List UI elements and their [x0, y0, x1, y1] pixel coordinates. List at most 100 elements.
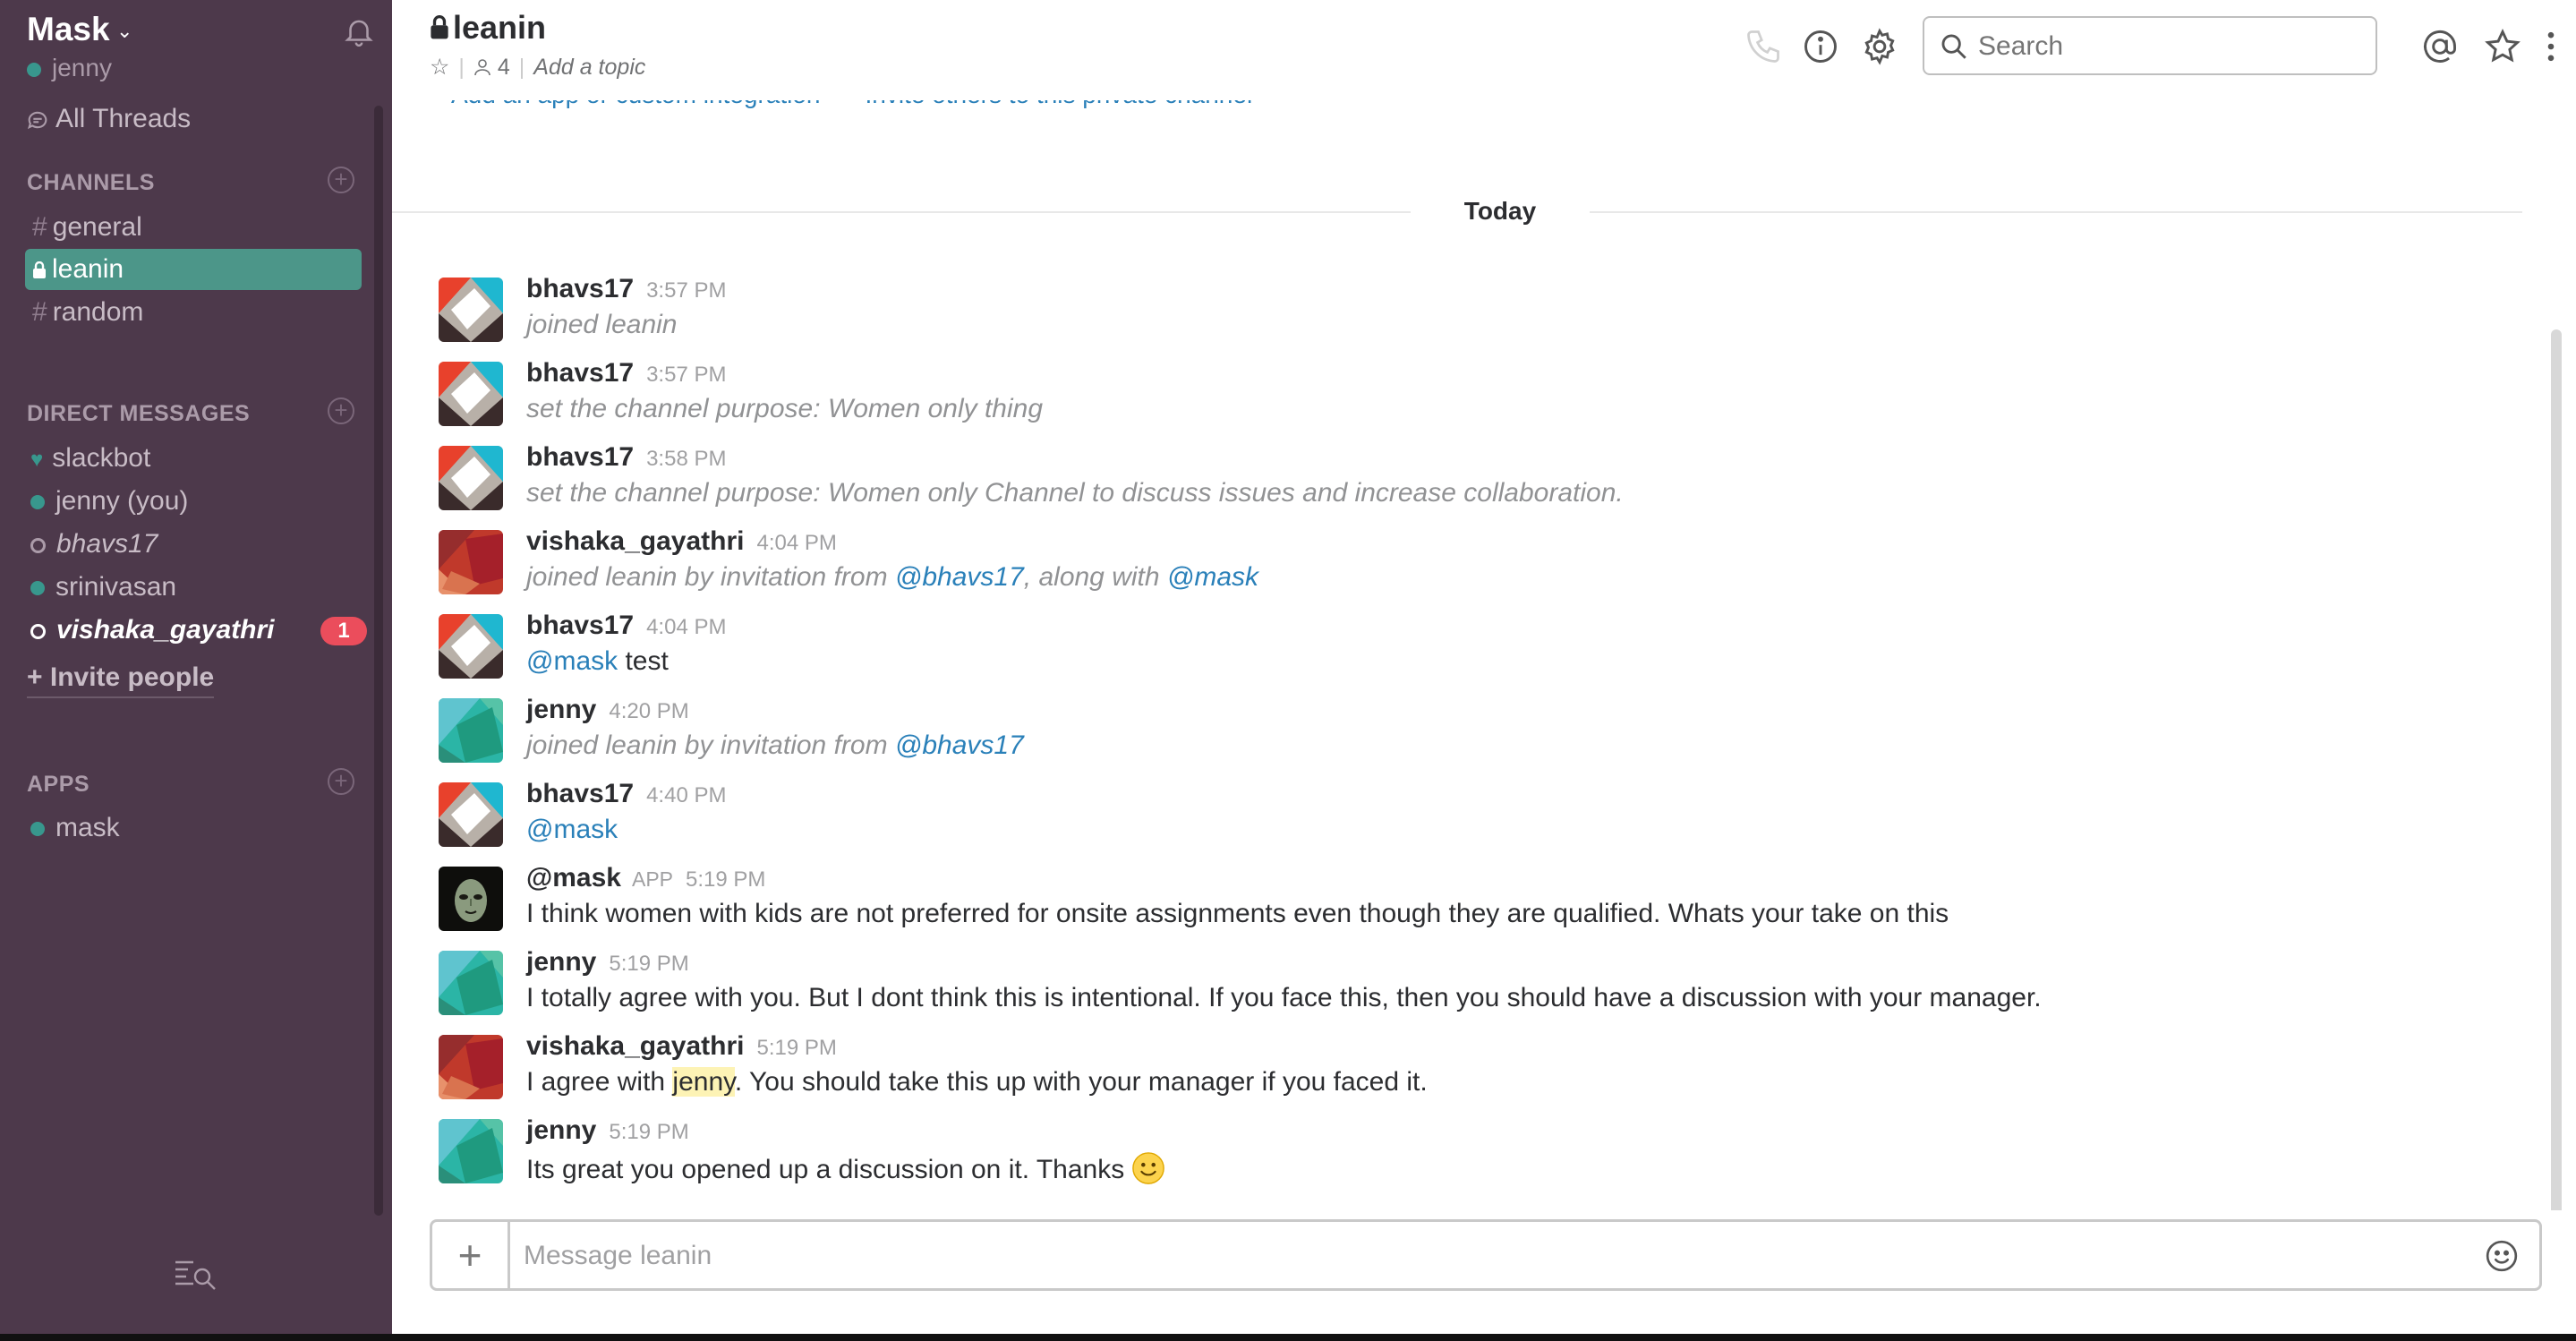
search-box[interactable]: [1923, 16, 2377, 75]
info-icon[interactable]: [1801, 27, 1840, 66]
dm-label: bhavs17: [56, 529, 158, 559]
invite-people-button[interactable]: + Invite people: [27, 662, 215, 698]
user-mention[interactable]: @bhavs17: [895, 562, 1024, 592]
team-name[interactable]: Mask: [27, 11, 110, 48]
avatar[interactable]: [439, 530, 503, 594]
dm-jenny[interactable]: jenny (you): [30, 481, 367, 522]
message-timestamp[interactable]: 5:19 PM: [609, 952, 688, 976]
avatar[interactable]: [439, 867, 503, 931]
user-mention[interactable]: @bhavs17: [895, 730, 1024, 760]
message-text: set the channel purpose: Women only Chan…: [526, 478, 1624, 508]
avatar[interactable]: [439, 1035, 503, 1099]
app-mask[interactable]: mask: [30, 807, 367, 849]
app-badge: APP: [631, 867, 674, 891]
star-icon[interactable]: [2483, 27, 2522, 66]
message-timestamp[interactable]: 5:19 PM: [756, 1036, 836, 1060]
message-author[interactable]: bhavs17: [526, 611, 634, 640]
message-timestamp[interactable]: 4:04 PM: [646, 615, 726, 639]
avatar[interactable]: [439, 698, 503, 763]
attach-button[interactable]: +: [432, 1222, 510, 1288]
star-icon[interactable]: ☆: [430, 55, 449, 80]
channels-heading[interactable]: CHANNELS: [27, 170, 155, 196]
message-item: @mask APP 5:19 PM I think women with kids …: [439, 863, 2524, 942]
add-integration-link[interactable]: Add an app or custom integration: [451, 100, 820, 108]
message-author[interactable]: jenny: [526, 1115, 596, 1145]
presence-online-icon: [27, 62, 41, 77]
message-author[interactable]: bhavs17: [526, 779, 634, 808]
avatar[interactable]: [439, 614, 503, 679]
direct-messages-heading[interactable]: DIRECT MESSAGES: [27, 401, 250, 427]
message-text-part: . You should take this up with your mana…: [734, 1067, 1428, 1097]
sidebar-item-random[interactable]: # random: [25, 292, 362, 333]
team-header[interactable]: Mask ⌄ jenny: [27, 11, 376, 91]
sidebar-item-leanin[interactable]: leanin: [25, 249, 362, 290]
channel-label: general: [52, 212, 142, 242]
message-text: set the channel purpose: Women only thin…: [526, 394, 1044, 423]
add-app-button[interactable]: +: [328, 768, 354, 795]
message-timestamp[interactable]: 3:57 PM: [646, 278, 726, 303]
more-icon[interactable]: [2531, 27, 2571, 66]
message-text: @mask: [526, 815, 618, 845]
channel-title[interactable]: leanin: [430, 9, 546, 47]
message-author[interactable]: bhavs17: [526, 274, 634, 303]
emoji-picker-icon[interactable]: [2484, 1238, 2520, 1274]
message-input[interactable]: [522, 1234, 2423, 1277]
dm-slackbot[interactable]: ♥ slackbot: [30, 438, 367, 479]
avatar[interactable]: [439, 446, 503, 510]
message-author[interactable]: vishaka_gayathri: [526, 526, 744, 556]
phone-icon[interactable]: [1744, 27, 1783, 66]
message-text-part: test: [618, 646, 669, 676]
message-author[interactable]: vishaka_gayathri: [526, 1031, 744, 1061]
chevron-down-icon[interactable]: ⌄: [116, 20, 132, 43]
dm-vishaka-gayathri[interactable]: vishaka_gayathri 1: [30, 610, 367, 651]
channel-meta: ☆ | 4 | Add a topic: [430, 54, 645, 81]
message-author[interactable]: jenny: [526, 947, 596, 977]
divider: |: [458, 55, 465, 80]
divider: |: [518, 55, 525, 80]
dm-label: vishaka_gayathri: [56, 615, 275, 645]
slightly-smiling-face-icon[interactable]: [1131, 1151, 1165, 1185]
member-count[interactable]: 4: [498, 55, 510, 80]
user-mention[interactable]: @mask: [526, 646, 618, 676]
avatar[interactable]: [439, 1119, 503, 1183]
avatar[interactable]: [439, 278, 503, 342]
message-author[interactable]: jenny: [526, 695, 596, 724]
avatar[interactable]: [439, 782, 503, 847]
message-author[interactable]: bhavs17: [526, 358, 634, 388]
message-text-part: joined leanin by invitation from: [526, 562, 895, 592]
add-topic-link[interactable]: Add a topic: [533, 55, 645, 80]
message-author[interactable]: bhavs17: [526, 442, 634, 472]
sidebar-item-general[interactable]: # general: [25, 207, 362, 248]
message-timestamp[interactable]: 5:19 PM: [686, 867, 765, 892]
message-timestamp[interactable]: 3:58 PM: [646, 447, 726, 471]
message-timestamp[interactable]: 3:57 PM: [646, 363, 726, 387]
message-timestamp[interactable]: 5:19 PM: [609, 1120, 688, 1144]
user-mention[interactable]: @mask: [1167, 562, 1258, 592]
add-dm-button[interactable]: +: [328, 397, 354, 424]
members-icon[interactable]: [473, 55, 491, 80]
avatar[interactable]: [439, 951, 503, 1015]
apps-heading[interactable]: APPS: [27, 772, 90, 798]
day-divider-label: Today: [1411, 193, 1590, 229]
dm-srinivasan[interactable]: srinivasan: [30, 567, 367, 608]
message-author[interactable]: @mask: [526, 863, 621, 893]
avatar[interactable]: [439, 362, 503, 426]
bell-icon[interactable]: [342, 14, 376, 48]
message-text: I agree with jenny. You should take this…: [526, 1067, 1428, 1098]
message-timestamp[interactable]: 4:20 PM: [609, 699, 688, 723]
dm-label: srinivasan: [55, 572, 177, 602]
mentions-icon[interactable]: [2420, 27, 2460, 66]
add-channel-button[interactable]: +: [328, 167, 354, 193]
quick-switcher-icon[interactable]: [174, 1257, 218, 1293]
sidebar-scrollbar[interactable]: [374, 106, 383, 1216]
all-threads-link[interactable]: All Threads: [25, 104, 191, 134]
invite-others-link[interactable]: Invite others to this private channel: [865, 100, 1252, 108]
gear-icon[interactable]: [1860, 27, 1899, 66]
message-timestamp[interactable]: 4:04 PM: [756, 531, 836, 555]
search-input[interactable]: [1976, 27, 2365, 66]
message-scrollbar[interactable]: [2551, 329, 2562, 1210]
message-item: bhavs17 3:57 PM set the channel purpose: …: [439, 358, 2524, 437]
message-timestamp[interactable]: 4:40 PM: [646, 783, 726, 807]
dm-bhavs17[interactable]: bhavs17: [30, 524, 367, 565]
user-mention[interactable]: @mask: [526, 815, 618, 844]
